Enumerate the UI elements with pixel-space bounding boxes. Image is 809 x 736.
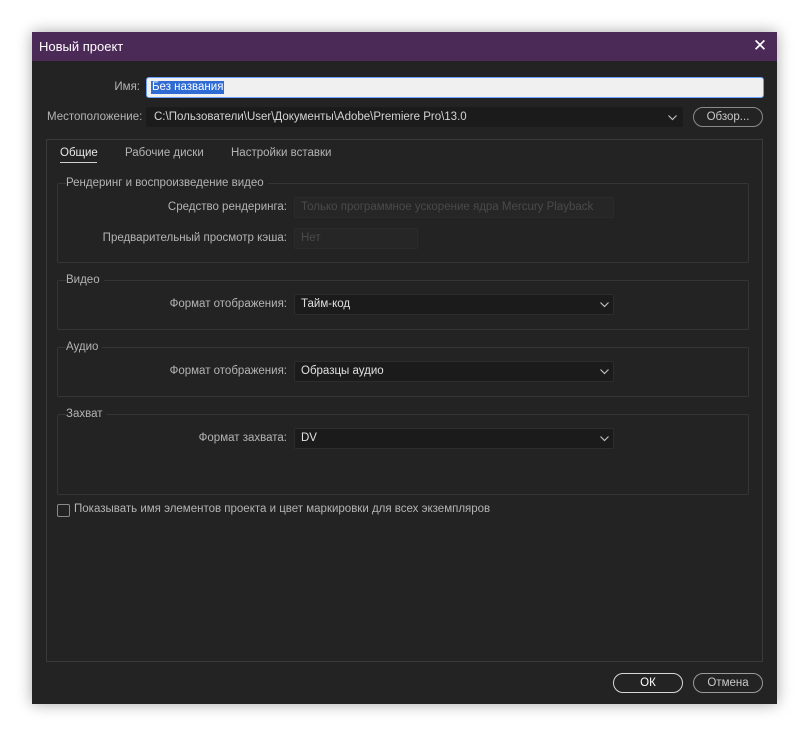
preview-cache-select: Нет [294, 228, 418, 249]
video-format-label: Формат отображения: [169, 298, 287, 310]
tab-general[interactable]: Общие [60, 147, 98, 159]
preview-cache-value: Нет [301, 232, 321, 244]
location-select[interactable]: C:\Пользователи\User\Документы\Adobe\Pre… [146, 107, 683, 127]
new-project-dialog: Новый проект ✕ Имя: Без названия Местопо… [32, 32, 777, 704]
location-label: Местоположение: [47, 111, 143, 123]
browse-button[interactable]: Обзор... [693, 107, 763, 127]
audio-group-title: Аудио [66, 341, 103, 353]
cancel-button[interactable]: Отмена [693, 673, 763, 693]
renderer-value: Только программное ускорение ядра Mercur… [301, 201, 594, 213]
preview-cache-label: Предварительный просмотр кэша: [102, 232, 287, 244]
renderer-select: Только программное ускорение ядра Mercur… [294, 197, 614, 218]
video-format-select[interactable]: Тайм-код [294, 294, 614, 315]
capture-format-label: Формат захвата: [198, 432, 287, 444]
render-group [57, 183, 749, 263]
audio-format-value: Образцы аудио [301, 365, 384, 377]
project-name-value: Без названия [151, 81, 225, 94]
tab-scratch-disks[interactable]: Рабочие диски [125, 147, 204, 159]
active-tab-indicator [60, 162, 97, 163]
name-label: Имя: [114, 81, 140, 93]
location-value: C:\Пользователи\User\Документы\Adobe\Pre… [154, 111, 467, 123]
show-names-label[interactable]: Показывать имя элементов проекта и цвет … [74, 503, 490, 515]
show-names-checkbox[interactable] [57, 504, 70, 517]
chevron-down-icon [600, 369, 609, 375]
window-title: Новый проект [39, 39, 124, 54]
audio-format-select[interactable]: Образцы аудио [294, 361, 614, 382]
tab-ingest-settings[interactable]: Настройки вставки [231, 147, 331, 159]
capture-format-select[interactable]: DV [294, 428, 614, 449]
chevron-down-icon [600, 436, 609, 442]
video-format-value: Тайм-код [301, 298, 351, 310]
chevron-down-icon [600, 302, 609, 308]
capture-format-value: DV [301, 432, 317, 444]
capture-group-title: Захват [66, 408, 107, 420]
chevron-down-icon [668, 115, 677, 121]
close-icon[interactable]: ✕ [751, 37, 769, 55]
project-name-input[interactable]: Без названия [146, 77, 764, 98]
capture-group [57, 414, 749, 495]
title-bar[interactable]: Новый проект ✕ [32, 32, 777, 61]
render-group-title: Рендеринг и воспроизведение видео [66, 177, 268, 189]
ok-button[interactable]: ОК [613, 673, 683, 693]
audio-format-label: Формат отображения: [169, 365, 287, 377]
video-group-title: Видео [66, 274, 104, 286]
renderer-label: Средство рендеринга: [167, 201, 287, 213]
